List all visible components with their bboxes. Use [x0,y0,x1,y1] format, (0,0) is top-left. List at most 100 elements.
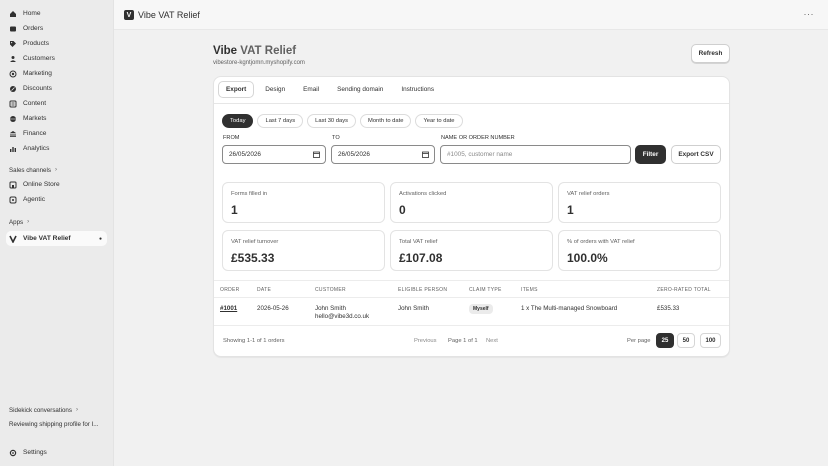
calendar-icon [313,151,320,158]
sidebar-item-label: Online Store [23,181,60,188]
globe-icon [9,115,17,123]
date-chip-last-7-days[interactable]: Last 7 days [257,114,304,128]
tab-sending-domain[interactable]: Sending domain [330,81,390,98]
sidekick-conversation-item[interactable]: Reviewing shipping profile for I... [0,417,114,431]
pin-icon: ● [98,235,102,242]
more-actions-icon[interactable]: ··· [804,9,815,19]
from-date-input[interactable]: 26/05/2026 [222,145,326,164]
sidebar-item-markets[interactable]: Markets [0,111,113,126]
sidebar-item-analytics[interactable]: Analytics [0,141,113,156]
sidebar-item-vibe-vat-relief[interactable]: Vibe VAT Relief ● [6,231,107,246]
date-chip-month-to-date[interactable]: Month to date [360,114,412,128]
sidebar-item-home[interactable]: Home [0,6,113,21]
sidebar-item-online-store[interactable]: Online Store [0,177,113,192]
to-date-input[interactable]: 26/05/2026 [331,145,435,164]
bank-icon [9,130,17,138]
stat-value: £535.33 [231,251,275,265]
discount-icon [9,85,17,93]
stat-label: VAT relief turnover [231,239,279,245]
date-chip-today[interactable]: Today [222,114,254,128]
stat-label: VAT relief orders [567,191,610,197]
stat-card: Forms filled in 1 [222,182,385,223]
per-page-50-button[interactable]: 50 [677,333,695,348]
sidebar-item-label: Products [23,40,50,47]
vibe-app-icon [9,235,17,243]
stat-value: 1 [231,203,238,217]
stat-value: 1 [567,203,574,217]
stat-value: 100.0% [567,251,608,265]
zero-rated-total: £535.33 [657,305,680,312]
tab-instructions[interactable]: Instructions [394,81,441,98]
sales-channels-header[interactable]: Sales channels › [0,163,113,177]
home-icon [9,10,17,18]
stat-card: VAT relief turnover £535.33 [222,230,385,271]
sidebar-item-label: Analytics [23,145,50,152]
sidekick-conversations-header[interactable]: Sidekick conversations › [0,403,114,417]
store-domain: vibestore-kgntjomn.myshopify.com [213,60,305,66]
orders-icon [9,25,17,33]
per-page-100-button[interactable]: 100 [700,333,721,348]
target-icon [9,70,17,78]
order-link[interactable]: #1001 [220,305,237,312]
chevron-right-icon: › [75,407,78,413]
chevron-right-icon: › [54,167,57,173]
filter-button[interactable]: Filter [635,145,666,164]
sidebar-item-label: Markets [23,115,47,122]
customer-name: John Smith [315,305,346,312]
order-search-input[interactable]: #1005, customer name [440,145,631,164]
sidebar-item-discounts[interactable]: Discounts [0,81,113,96]
stat-value: 0 [399,203,406,217]
sidebar-item-settings[interactable]: Settings [0,445,114,460]
date-chip-year-to-date[interactable]: Year to date [415,114,463,128]
date-chip-last-30-days[interactable]: Last 30 days [307,114,356,128]
page-title: Vibe VAT Relief [213,45,297,57]
tab-design[interactable]: Design [258,81,292,98]
tag-icon [9,40,17,48]
chevron-right-icon: › [27,219,30,225]
sidebar-item-customers[interactable]: Customers [0,51,113,66]
showing-count: Showing 1-1 of 1 orders [223,338,285,344]
sidebar-item-marketing[interactable]: Marketing [0,66,113,81]
app-topbar: V Vibe VAT Relief ··· [114,0,828,30]
sidebar: Home Orders Products Customers Marketing Disc… [0,0,114,466]
stat-card: Total VAT relief £107.08 [390,230,553,271]
per-page-label: Per page [627,338,651,344]
tab-export[interactable]: Export [218,81,255,98]
next-page-button[interactable]: Next [486,338,498,344]
stat-value: £107.08 [399,251,443,265]
main-content: Vibe VAT Relief vibestore-kgntjomn.mysho… [114,30,828,466]
sidebar-item-products[interactable]: Products [0,36,113,51]
sidebar-item-label: Orders [23,25,44,32]
previous-page-button[interactable]: Previous [414,338,437,344]
sidebar-item-label: Marketing [23,70,52,77]
sidebar-item-finance[interactable]: Finance [0,126,113,141]
stat-label: Activations clicked [399,191,447,197]
tab-bar: Export Design Email Sending domain Instructi… [218,81,445,98]
to-label: TO [332,135,340,141]
refresh-button[interactable]: Refresh [691,44,730,63]
stat-label: Total VAT relief [399,239,438,245]
apps-header[interactable]: Apps › [0,215,113,229]
sidebar-item-content[interactable]: Content [0,96,113,111]
column-header: CLAIM TYPE [469,287,502,293]
stat-label: % of orders with VAT relief [567,239,635,245]
eligible-person: John Smith [398,305,429,312]
table-bottom-divider [214,325,729,326]
search-label: NAME OR ORDER NUMBER [441,135,515,141]
tab-email[interactable]: Email [296,81,326,98]
person-icon [9,55,17,63]
sidebar-item-label: Finance [23,130,47,137]
export-card: Export Design Email Sending domain Instructi… [213,76,730,357]
app-title: Vibe VAT Relief [138,10,200,20]
column-header: ELIGIBLE PERSON [398,287,448,293]
sidebar-item-orders[interactable]: Orders [0,21,113,36]
per-page-25-button[interactable]: 25 [656,333,674,348]
sidebar-item-label: Agentic [23,196,45,203]
agentic-icon [9,196,17,204]
sidebar-item-agentic[interactable]: Agentic [0,192,113,207]
order-items: 1 x The Multi-managed Snowboard [521,305,618,312]
order-date: 2026-05-26 [257,305,289,312]
column-header: ITEMS [521,287,538,293]
export-csv-button[interactable]: Export CSV [671,145,721,164]
store-icon [9,181,17,189]
